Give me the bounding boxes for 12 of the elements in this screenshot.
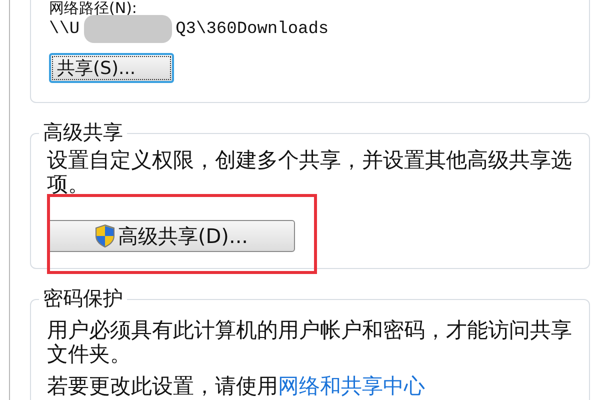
field-label: 网络路径(N): [49,0,138,16]
group-title: 高级共享 [39,120,127,144]
group-title: 密码保护 [39,286,127,310]
shield-icon [94,224,116,248]
path-text: \\U [49,20,80,38]
hint-text: 若要更改此设置，请使用网络和共享中心 [47,374,426,398]
network-center-link[interactable]: 网络和共享中心 [278,374,425,398]
share-button[interactable]: 共享(S)... [49,53,174,83]
description-text: 用户必须具有此计算机的用户帐户和密码，才能访问共享文件夹。 [47,318,573,366]
path-text: Q3\360Downloads [176,20,329,38]
advanced-sharing-button[interactable]: 高级共享(D)... [47,220,295,252]
description-text: 设置自定义权限，创建多个共享，并设置其他高级共享选项。 [47,148,573,196]
